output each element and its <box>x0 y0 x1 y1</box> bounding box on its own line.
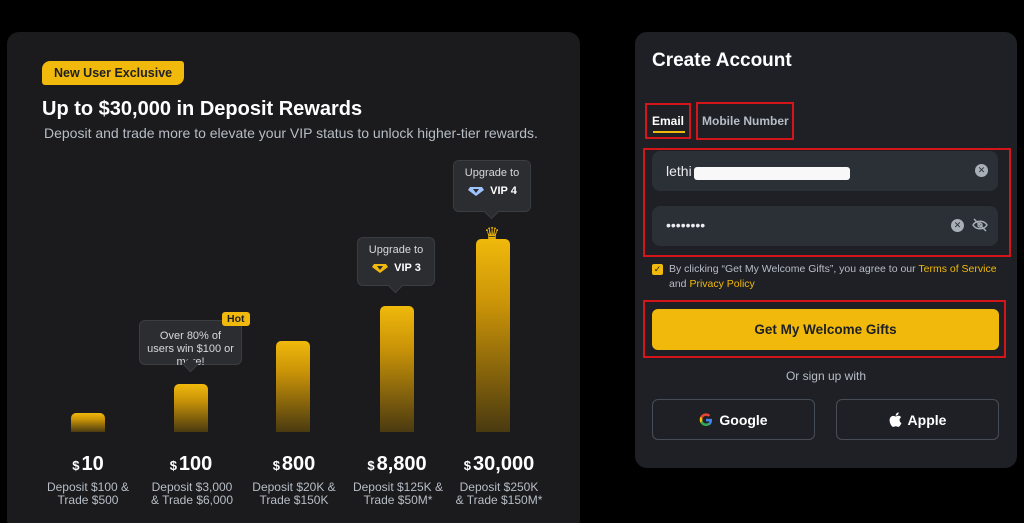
new-user-badge: New User Exclusive <box>42 61 185 85</box>
tier-amount-5: $30,000 <box>463 453 535 475</box>
tier-amount-4: $8,800 <box>367 453 427 475</box>
or-sign-up-with: Or sign up with <box>785 369 867 383</box>
upgrade-vip4-tooltip: Upgrade to VIP 4 <box>453 160 531 212</box>
google-label: Google <box>719 411 768 428</box>
terms-of-service-link[interactable]: Terms of Service <box>918 263 996 275</box>
tier-bar-1 <box>71 413 105 432</box>
tier-desc-5: Deposit $250K & Trade $150M* <box>455 480 543 507</box>
form-title: Create Account <box>652 50 792 71</box>
highlight-box-email-tab <box>645 103 691 139</box>
apple-signup-button[interactable]: Apple <box>836 399 999 440</box>
diamond-icon <box>468 186 485 196</box>
tier-amount-3: $800 <box>272 453 316 475</box>
upgrade-vip4-label: Upgrade to <box>464 167 520 179</box>
users-win-text: Over 80% of users win $100 or more! <box>147 330 234 368</box>
apple-label: Apple <box>907 411 947 428</box>
privacy-policy-link[interactable]: Privacy Policy <box>689 278 754 290</box>
tier-desc-3: Deposit $20K & Trade $150K <box>252 480 336 507</box>
tier-amount-2: $100 <box>169 453 213 475</box>
tier-bar-3 <box>276 341 310 432</box>
crown-icon: ♛ <box>484 224 501 244</box>
tier-bar-5 <box>476 239 510 432</box>
users-win-tooltip: Over 80% of users win $100 or more! <box>139 320 242 368</box>
apple-icon <box>889 412 901 427</box>
promo-subtitle: Deposit and trade more to elevate your V… <box>44 125 538 141</box>
tier-bar-4 <box>380 306 414 432</box>
google-signup-button[interactable]: Google <box>652 399 815 440</box>
hot-badge: Hot <box>222 312 250 326</box>
vip4-label: VIP 4 <box>490 185 517 197</box>
upgrade-vip3-label: Upgrade to <box>368 244 424 256</box>
tier-amount-1: $10 <box>72 453 104 475</box>
google-icon <box>700 412 713 426</box>
tier-desc-1: Deposit $100 & Trade $500 <box>46 480 130 507</box>
upgrade-vip3-tooltip: Upgrade to VIP 3 <box>357 237 435 286</box>
highlight-box-cta <box>643 300 1006 358</box>
tier-desc-4: Deposit $125K & Trade $50M* <box>352 480 444 507</box>
diamond-icon <box>372 263 389 273</box>
tier-bar-2 <box>174 384 208 432</box>
vip3-label: VIP 3 <box>394 262 421 274</box>
highlight-box-fields <box>643 148 1011 257</box>
tier-desc-2: Deposit $3,000 & Trade $6,000 <box>150 480 234 507</box>
terms-text: By clicking “Get My Welcome Gifts”, you … <box>669 263 997 290</box>
promo-title: Up to $30,000 in Deposit Rewards <box>42 98 363 120</box>
highlight-box-mobile-tab <box>696 102 794 140</box>
terms-checkbox[interactable]: ✓ <box>652 264 663 275</box>
